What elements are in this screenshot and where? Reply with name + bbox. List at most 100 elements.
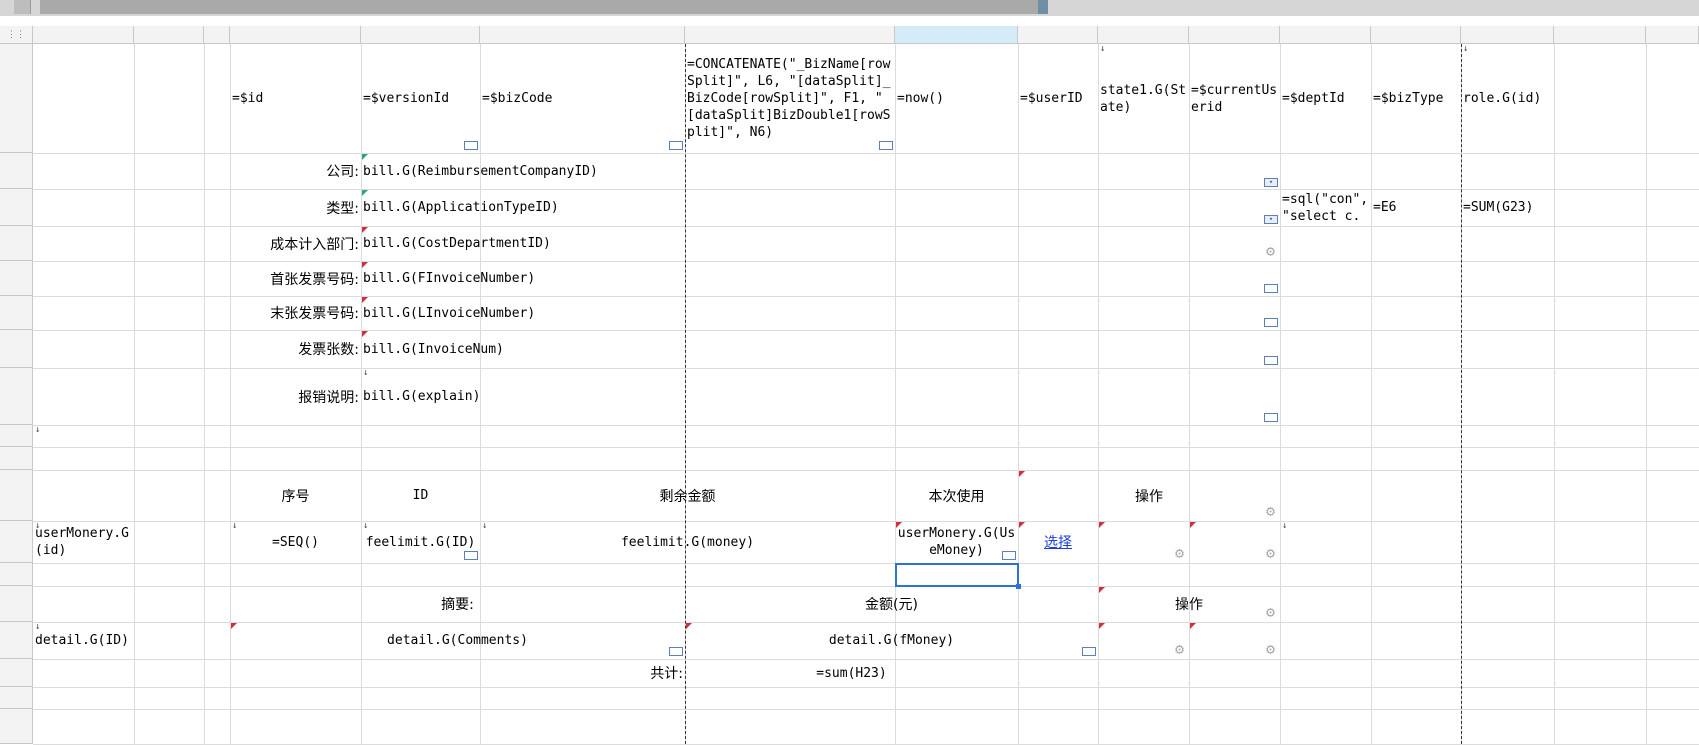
cell-m1[interactable]: =$bizType: [1371, 44, 1461, 153]
cell-d15[interactable]: 报销说明:: [230, 368, 361, 425]
cell-editor-icon[interactable]: [1082, 647, 1096, 656]
dropdown-icon[interactable]: ▾: [1264, 178, 1278, 187]
gear-icon[interactable]: ⚙: [1263, 546, 1278, 561]
cell-editor-icon[interactable]: [464, 551, 478, 560]
cell-h19[interactable]: userMonery.G(UseMoney): [895, 521, 1018, 563]
cell-d11[interactable]: 成本计入部门:: [230, 226, 361, 261]
column-header-f[interactable]: [480, 26, 685, 44]
cell-editor-icon[interactable]: [1264, 284, 1278, 293]
row-header-1[interactable]: [0, 44, 33, 153]
row-header-23[interactable]: [0, 622, 33, 659]
column-header-c[interactable]: [204, 26, 230, 44]
cell-editor-icon[interactable]: [879, 141, 893, 150]
column-header-n[interactable]: [1461, 26, 1554, 44]
cell-g22[interactable]: 金额(元): [685, 586, 1098, 622]
cell-d6[interactable]: 类型:: [230, 189, 361, 226]
cell-e18[interactable]: ID: [361, 470, 480, 521]
cell-editor-icon[interactable]: [1264, 318, 1278, 327]
spreadsheet-grid[interactable]: ⋮⋮ =$id =$versionId =$bizCode =CONCATENATE(…: [0, 26, 1699, 745]
cell-i19[interactable]: 选择: [1018, 521, 1098, 563]
cell-d14[interactable]: 发票张数:: [230, 330, 361, 368]
cell-editor-icon[interactable]: [1264, 356, 1278, 365]
column-header-l[interactable]: [1280, 26, 1371, 44]
horizontal-scrollbar[interactable]: [0, 0, 1699, 16]
row-header-21[interactable]: [0, 563, 33, 586]
cell-d18[interactable]: 序号: [230, 470, 361, 521]
row-header-26[interactable]: [0, 709, 33, 744]
row-header-14[interactable]: [0, 330, 33, 368]
row-header-6[interactable]: [0, 189, 33, 226]
cell-h18[interactable]: 本次使用: [895, 470, 1018, 521]
row-header-12[interactable]: [0, 261, 33, 296]
column-header-o[interactable]: [1554, 26, 1646, 44]
select-link[interactable]: 选择: [1044, 532, 1072, 552]
cell-e1[interactable]: =$versionId: [361, 44, 480, 153]
cell-e13[interactable]: bill.G(LInvoiceNumber): [361, 296, 1280, 330]
row-header-19[interactable]: [0, 521, 33, 563]
fill-handle[interactable]: [1016, 584, 1021, 589]
cell-d1[interactable]: =$id: [230, 44, 361, 153]
row-header-15[interactable]: [0, 368, 33, 425]
cell-h1[interactable]: =now(): [895, 44, 1018, 153]
cell-f24[interactable]: 共计:: [230, 659, 685, 687]
gear-icon[interactable]: ⚙: [1263, 642, 1278, 657]
cell-a23[interactable]: detail.G(ID): [33, 622, 134, 659]
cell-editor-icon[interactable]: [669, 647, 683, 656]
cell-editor-icon[interactable]: [669, 141, 683, 150]
row-header-4[interactable]: [0, 153, 33, 189]
gear-icon[interactable]: ⚙: [1263, 504, 1278, 519]
cell-d12[interactable]: 首张发票号码:: [230, 261, 361, 296]
row-header-16[interactable]: [0, 425, 33, 447]
cell-n6[interactable]: =SUM(G23): [1461, 189, 1554, 226]
row-header-24[interactable]: [0, 659, 33, 687]
column-header-g[interactable]: [685, 26, 895, 44]
cell-d13[interactable]: 末张发票号码:: [230, 296, 361, 330]
cell-k1[interactable]: =$currentUserid: [1189, 44, 1280, 153]
cell-e19[interactable]: feelimit.G(ID): [361, 521, 480, 563]
scrollbar-thumb-end[interactable]: [1038, 0, 1048, 14]
cell-g1[interactable]: =CONCATENATE("_BizName[rowSplit]", L6, "…: [685, 44, 895, 153]
active-cell-selection[interactable]: [895, 563, 1021, 589]
cell-m6[interactable]: =E6: [1371, 189, 1461, 226]
cell-e4[interactable]: bill.G(ReimbursementCompanyID): [361, 153, 1280, 189]
cell-editor-icon[interactable]: [464, 141, 478, 150]
row-header-18[interactable]: [0, 470, 33, 521]
cell-j18[interactable]: 操作: [1018, 470, 1280, 521]
gear-icon[interactable]: ⚙: [1172, 642, 1187, 657]
cell-j1[interactable]: state1.G(State): [1098, 44, 1189, 153]
cell-f1[interactable]: =$bizCode: [480, 44, 685, 153]
cell-a19[interactable]: userMonery.G(id): [33, 521, 134, 563]
scrollbar-thumb[interactable]: [40, 0, 1038, 14]
column-header-j[interactable]: [1098, 26, 1189, 44]
cell-d19[interactable]: =SEQ(): [230, 521, 361, 563]
column-header-d[interactable]: [230, 26, 361, 44]
select-all-corner-icon[interactable]: ⋮⋮: [0, 26, 33, 44]
column-header-m[interactable]: [1371, 26, 1461, 44]
column-header-h[interactable]: [895, 26, 1018, 44]
column-header-e[interactable]: [361, 26, 480, 44]
cell-d23[interactable]: detail.G(Comments): [230, 622, 685, 659]
column-header-a[interactable]: [33, 26, 134, 44]
gear-icon[interactable]: ⚙: [1263, 605, 1278, 620]
cell-l6[interactable]: =sql("con", "select c.: [1280, 189, 1371, 226]
gear-icon[interactable]: ⚙: [1263, 244, 1278, 259]
cell-f18[interactable]: 剩余金额: [480, 470, 895, 521]
cell-editor-icon[interactable]: [1264, 413, 1278, 422]
cell-editor-icon[interactable]: [1002, 551, 1016, 560]
cell-e12[interactable]: bill.G(FInvoiceNumber): [361, 261, 1280, 296]
cell-e11[interactable]: bill.G(CostDepartmentID): [361, 226, 1280, 261]
cell-j22[interactable]: 操作: [1098, 586, 1280, 622]
cell-l1[interactable]: =$deptId: [1280, 44, 1371, 153]
cell-d22[interactable]: 摘要:: [230, 586, 685, 622]
row-header-11[interactable]: [0, 226, 33, 261]
cell-e14[interactable]: bill.G(InvoiceNum): [361, 330, 1280, 368]
column-header-p[interactable]: [1646, 26, 1699, 44]
cell-e6[interactable]: bill.G(ApplicationTypeID): [361, 189, 1280, 226]
cell-f19[interactable]: feelimit.G(money): [480, 521, 895, 563]
cell-i1[interactable]: =$userID: [1018, 44, 1098, 153]
cell-g23[interactable]: detail.G(fMoney): [685, 622, 1098, 659]
column-header-k[interactable]: [1189, 26, 1280, 44]
dropdown-icon[interactable]: ▾: [1264, 215, 1278, 224]
row-header-22[interactable]: [0, 586, 33, 622]
column-header-i[interactable]: [1018, 26, 1098, 44]
